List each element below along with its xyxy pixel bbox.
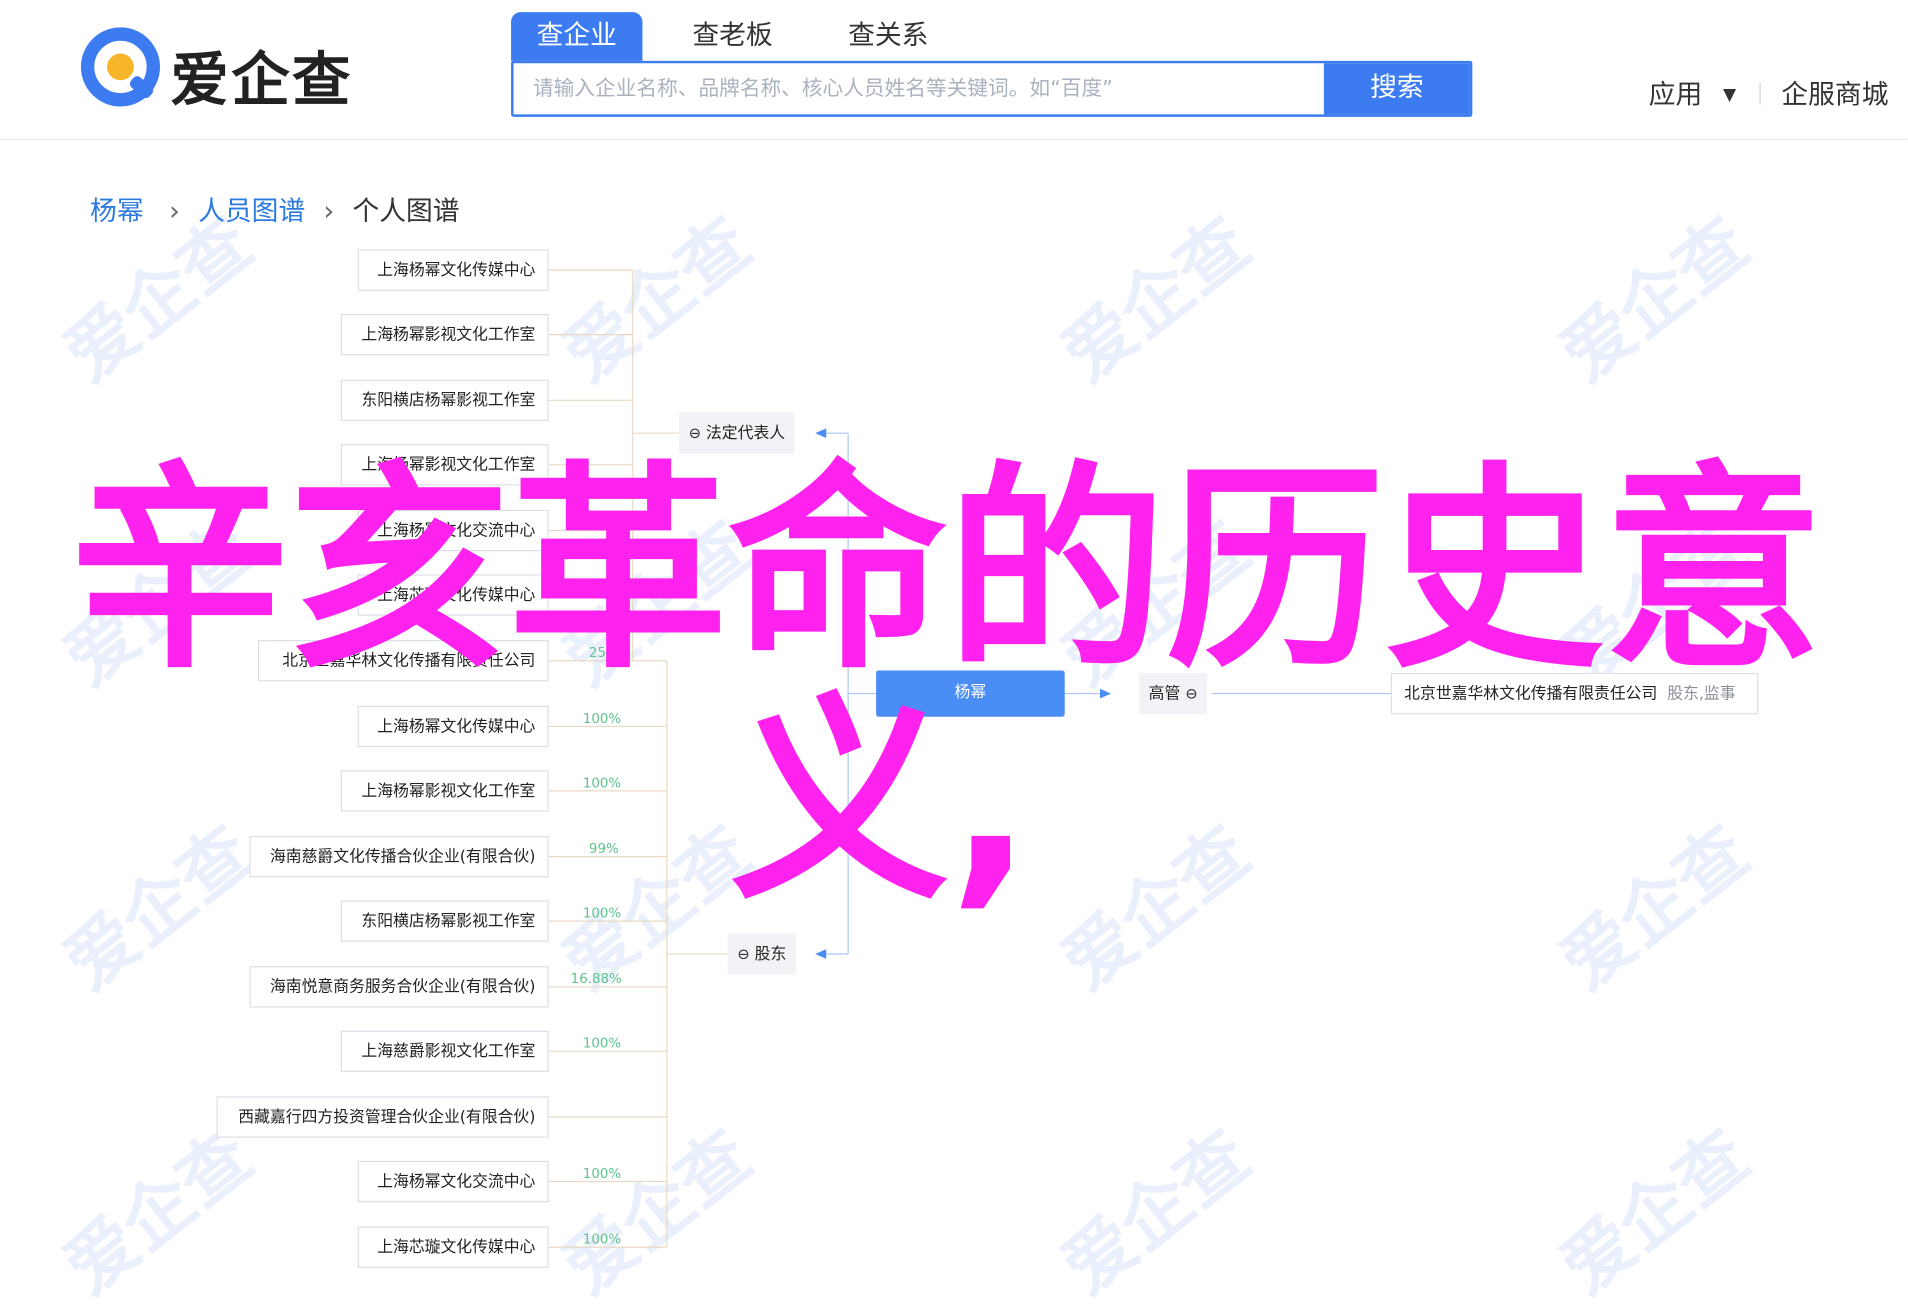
share-percent: 100% (582, 710, 622, 727)
shareholder-company-node[interactable]: 上海杨幂文化交流中心 (357, 1160, 549, 1203)
share-percent: 100% (582, 1035, 622, 1052)
collapse-icon[interactable]: ⊖ (689, 425, 701, 442)
shareholder-label: 股东 (754, 945, 787, 964)
legal-rep-company-node[interactable]: 上海杨幂文化传媒中心 (357, 249, 549, 291)
legal-rep-company-node[interactable]: 上海杨幂影视文化工作室 (340, 313, 549, 356)
shareholder-company-node[interactable]: 海南悦意商务服务合伙企业(有限合伙) (249, 966, 549, 1008)
share-percent: 99% (588, 840, 619, 857)
shareholder-company-node[interactable]: 上海慈爵影视文化工作室 (340, 1030, 549, 1073)
legal-rep-company-node[interactable]: 东阳横店杨幂影视工作室 (340, 379, 549, 422)
legal-rep-label: 法定代表人 (705, 424, 786, 443)
collapse-icon[interactable]: ⊖ (737, 945, 749, 962)
shareholder-company-node[interactable]: 东阳横店杨幂影视工作室 (340, 900, 549, 942)
shareholder-group[interactable]: ⊖ 股东 (727, 933, 797, 975)
overlay-text-line1: 辛亥革命的历史意 (70, 444, 1823, 699)
shareholder-company-node[interactable]: 海南慈爵文化传播合伙企业(有限合伙) (249, 835, 549, 878)
share-percent: 16.88% (570, 971, 622, 987)
shareholder-company-node[interactable]: 西藏嘉行四方投资管理合伙企业(有限合伙) (216, 1096, 549, 1138)
share-percent: 100% (582, 775, 622, 791)
share-percent: 100% (582, 1231, 622, 1248)
share-percent: 100% (582, 1165, 622, 1182)
shareholder-company-node[interactable]: 上海杨幂文化传媒中心 (357, 705, 549, 748)
shareholder-company-node[interactable]: 上海芯璇文化传媒中心 (357, 1226, 549, 1268)
share-percent: 100% (582, 905, 622, 922)
shareholder-company-node[interactable]: 上海杨幂影视文化工作室 (340, 770, 549, 812)
overlay-text-line2: 义, (730, 675, 1033, 930)
